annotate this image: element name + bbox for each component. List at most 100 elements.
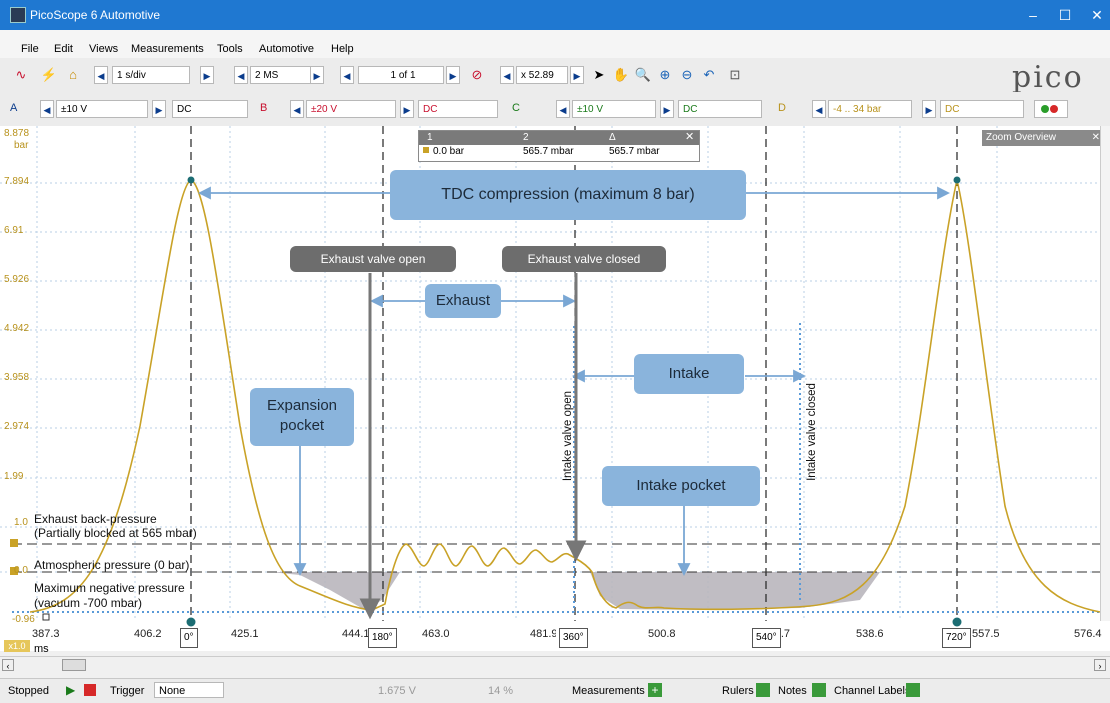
status-text: Stopped xyxy=(8,685,49,697)
tdc-dot-right xyxy=(953,176,961,184)
vertical-scrollbar[interactable] xyxy=(1100,126,1110,621)
home-icon[interactable]: ⌂ xyxy=(64,66,82,84)
x-scale-badge[interactable]: x1.0 xyxy=(4,640,30,652)
x-tick: 481.9 xyxy=(530,628,556,640)
close-button[interactable]: ✕ xyxy=(1081,0,1110,30)
scope-view[interactable]: 8.878 bar 7.894 6.91 5.926 4.942 3.958 2… xyxy=(0,126,1110,651)
pretrigger-percent[interactable]: 14 % xyxy=(488,685,513,697)
capture-toolbar: ∿ ⚡ ⌂ ◀ 1 s/div ▶ ◀ 2 MS ▶ ◀ 1 of 1 ▶ ⊘ … xyxy=(0,58,1110,95)
degree-marker-0[interactable]: 0° xyxy=(180,628,198,648)
channel-b-range[interactable]: ±20 V xyxy=(306,100,396,118)
zoom-prev[interactable]: ◀ xyxy=(500,66,514,84)
trigger-threshold[interactable]: 1.675 V xyxy=(378,685,416,697)
menu-automotive[interactable]: Automotive xyxy=(259,43,314,55)
degree-marker-180[interactable]: 180° xyxy=(368,628,397,648)
back-pressure-sublabel: (Partially blocked at 565 mbar) xyxy=(34,526,197,540)
channel-d-range[interactable]: -4 .. 34 bar xyxy=(828,100,912,118)
scope-mode-icon[interactable]: ∿ xyxy=(12,66,30,84)
channel-c-range-prev[interactable]: ◀ xyxy=(556,100,570,118)
scroll-thumb[interactable] xyxy=(62,659,86,671)
y-tick: 7.894 xyxy=(4,176,30,187)
page-prev[interactable]: ◀ xyxy=(340,66,354,84)
zoom-fit-icon[interactable]: ⊡ xyxy=(726,66,744,84)
probe-icon[interactable]: ⚡ xyxy=(40,66,58,84)
channel-c-coupling[interactable]: DC xyxy=(678,100,762,118)
degree-marker-540[interactable]: 540° xyxy=(752,628,781,648)
title-bar: PicoScope 6 Automotive – ☐ ✕ xyxy=(0,0,1110,30)
pointer-icon[interactable]: ➤ xyxy=(590,66,608,84)
ruler-col-delta: Δ xyxy=(609,132,616,143)
channel-b-range-prev[interactable]: ◀ xyxy=(290,100,304,118)
y-tick: 6.91 xyxy=(4,225,24,236)
channel-d-label[interactable]: D xyxy=(778,102,786,114)
zoom-level[interactable]: x 52.89 xyxy=(516,66,568,84)
marker-dot-720[interactable] xyxy=(952,617,962,627)
x-tick: 425.1 xyxy=(231,628,259,640)
start-icon[interactable]: ▶ xyxy=(66,683,75,697)
undo-zoom-icon[interactable]: ↶ xyxy=(700,66,718,84)
stop-icon[interactable] xyxy=(84,684,96,696)
channel-d-range-prev[interactable]: ◀ xyxy=(812,100,826,118)
notes-label: Notes xyxy=(778,685,807,697)
page-next[interactable]: ▶ xyxy=(446,66,460,84)
degree-marker-720[interactable]: 720° xyxy=(942,628,971,648)
channel-c-range-next[interactable]: ▶ xyxy=(660,100,674,118)
trigger-mode-select[interactable]: None xyxy=(154,682,224,698)
page-indicator[interactable]: 1 of 1 xyxy=(358,66,444,84)
channel-d-coupling[interactable]: DC xyxy=(940,100,1024,118)
channel-a-range-next[interactable]: ▶ xyxy=(152,100,166,118)
intake-pocket-fill xyxy=(590,572,880,610)
buffer-navigator-icon[interactable]: ⊘ xyxy=(468,66,486,84)
timebase-prev[interactable]: ◀ xyxy=(94,66,108,84)
add-measurement-button[interactable]: + xyxy=(648,683,662,697)
channel-c-range[interactable]: ±10 V xyxy=(572,100,656,118)
menu-bar: File Edit Views Measurements Tools Autom… xyxy=(0,30,1110,58)
menu-help[interactable]: Help xyxy=(331,43,354,55)
menu-edit[interactable]: Edit xyxy=(54,43,73,55)
marker-dot-0[interactable] xyxy=(186,617,196,627)
channel-b-label[interactable]: B xyxy=(260,102,267,114)
ruler-table-close-icon[interactable]: ✕ xyxy=(685,130,694,143)
channel-a-range-prev[interactable]: ◀ xyxy=(40,100,54,118)
menu-file[interactable]: File xyxy=(21,43,39,55)
menu-measurements[interactable]: Measurements xyxy=(131,43,204,55)
zoom-overview-close-icon[interactable]: ✕ xyxy=(1092,130,1100,146)
rulers-button[interactable] xyxy=(756,683,770,697)
zoom-out-icon[interactable]: ⊖ xyxy=(678,66,696,84)
samples-prev[interactable]: ◀ xyxy=(234,66,248,84)
zoom-icon[interactable]: 🔍 xyxy=(634,66,652,84)
maximize-button[interactable]: ☐ xyxy=(1049,0,1081,30)
notes-button[interactable] xyxy=(812,683,826,697)
scroll-right-icon[interactable]: › xyxy=(1094,659,1106,671)
channel-a-coupling[interactable]: DC xyxy=(172,100,248,118)
channel-a-range[interactable]: ±10 V xyxy=(56,100,148,118)
ruler-legend-table[interactable]: 1 2 Δ ✕ 0.0 bar 565.7 mbar 565.7 mbar xyxy=(418,130,700,162)
menu-tools[interactable]: Tools xyxy=(217,43,243,55)
x-tick: 500.8 xyxy=(648,628,676,640)
channel-b-range-next[interactable]: ▶ xyxy=(400,100,414,118)
channel-a-label[interactable]: A xyxy=(10,102,17,114)
zoom-in-icon[interactable]: ⊕ xyxy=(656,66,674,84)
channel-d-range-next[interactable]: ▶ xyxy=(922,100,936,118)
channel-options-button[interactable] xyxy=(1034,100,1068,118)
timebase-next[interactable]: ▶ xyxy=(200,66,214,84)
zoom-next[interactable]: ▶ xyxy=(570,66,584,84)
menu-views[interactable]: Views xyxy=(89,43,118,55)
hand-icon[interactable]: ✋ xyxy=(612,66,630,84)
channel-c-label[interactable]: C xyxy=(512,102,520,114)
minimize-button[interactable]: – xyxy=(1017,0,1049,30)
tdc-dot-left xyxy=(187,176,195,184)
channel-labels-button[interactable] xyxy=(906,683,920,697)
samples-select[interactable]: 2 MS xyxy=(250,66,316,84)
channel-b-coupling[interactable]: DC xyxy=(418,100,498,118)
zoom-overview-panel[interactable]: Zoom Overview ✕ xyxy=(982,130,1104,146)
samples-next[interactable]: ▶ xyxy=(310,66,324,84)
scroll-left-icon[interactable]: ‹ xyxy=(2,659,14,671)
horizontal-scrollbar[interactable]: ‹ › xyxy=(0,656,1110,673)
ruler-handle-1[interactable] xyxy=(10,539,18,547)
degree-marker-360[interactable]: 360° xyxy=(559,628,588,648)
trigger-marker[interactable] xyxy=(42,613,50,621)
x-tick: 406.2 xyxy=(134,628,162,640)
timebase-select[interactable]: 1 s/div xyxy=(112,66,190,84)
app-icon xyxy=(10,7,26,23)
